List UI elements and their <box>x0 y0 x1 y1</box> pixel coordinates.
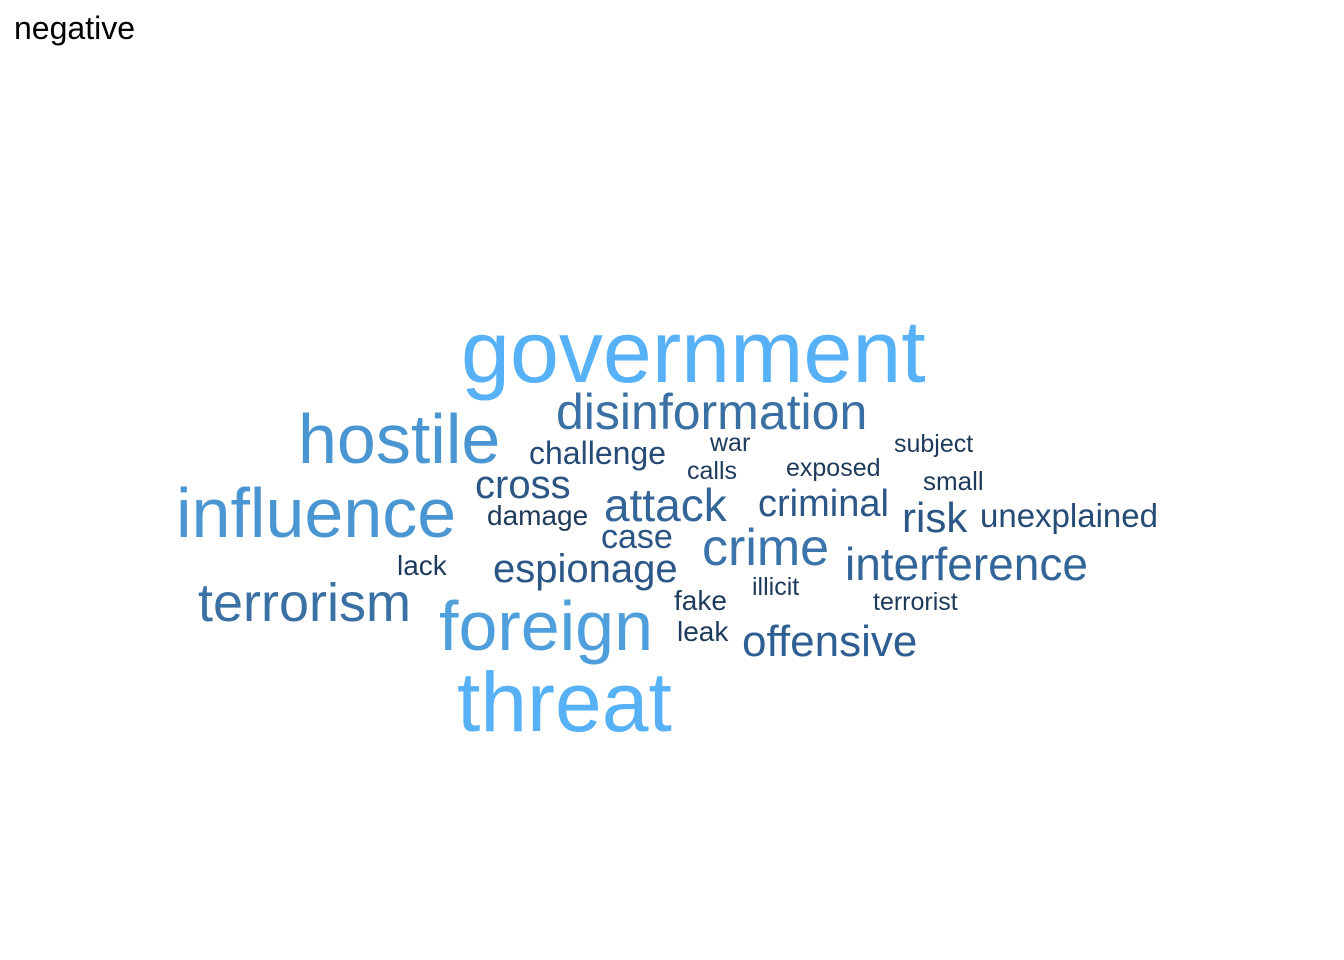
word-case: case <box>601 518 673 556</box>
word-lack: lack <box>397 550 447 581</box>
word-subject: subject <box>894 430 974 458</box>
word-interference: interference <box>845 538 1088 590</box>
word-risk: risk <box>902 494 968 541</box>
word-illicit: illicit <box>752 573 800 601</box>
word-unexplained: unexplained <box>980 497 1158 534</box>
word-war: war <box>710 429 751 457</box>
word-calls: calls <box>687 457 738 485</box>
word-criminal: criminal <box>758 483 889 525</box>
word-government: government <box>461 302 926 401</box>
word-offensive: offensive <box>742 617 918 666</box>
word-small: small <box>923 466 984 496</box>
word-hostile: hostile <box>298 400 501 478</box>
word-foreign: foreign <box>439 587 654 665</box>
word-threat: threat <box>457 655 672 749</box>
word-cross: cross <box>475 463 571 507</box>
word-terrorism: terrorism <box>198 573 411 633</box>
word-damage: damage <box>487 500 589 531</box>
word-cloud: government threat foreign influence host… <box>0 0 1344 960</box>
word-challenge: challenge <box>529 435 666 471</box>
word-exposed: exposed <box>786 454 881 482</box>
word-terrorist: terrorist <box>873 588 958 616</box>
word-influence: influence <box>176 474 457 552</box>
word-leak: leak <box>677 616 729 647</box>
word-fake: fake <box>674 585 727 616</box>
